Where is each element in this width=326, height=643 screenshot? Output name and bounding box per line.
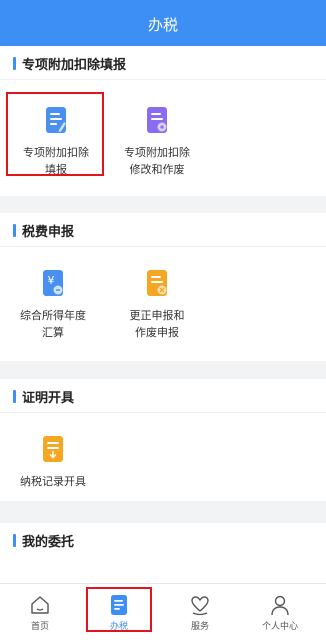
section-title: 我的委托 (22, 535, 75, 550)
section-accent-bar (13, 224, 16, 237)
tile-correct-void-filing[interactable]: 更正申报和 作废申报 (107, 269, 207, 349)
highlight-box-tab-tax (86, 587, 152, 632)
home-icon (31, 596, 49, 614)
tab-label: 个人中心 (261, 622, 298, 632)
tile-label: 更正申报和 作废申报 (129, 309, 185, 339)
tab-profile[interactable]: 个人中心 (240, 584, 320, 643)
tab-label: 服务 (190, 622, 209, 632)
person-icon (271, 595, 289, 616)
highlight-box-special-deduction-fill (6, 92, 104, 176)
section-header: 我的委托 (0, 523, 326, 557)
tile-special-deduction-modify[interactable]: 专项附加扣除 修改和作废 (107, 106, 207, 186)
section-tax-filing: 税费申报 ¥ 综合所得年度 汇算 更正申报和 作废申报 (0, 213, 326, 361)
section-header: 证明开具 (0, 379, 326, 413)
svg-text:¥: ¥ (48, 274, 55, 287)
section-header: 专项附加扣除填报 (0, 46, 326, 80)
heart-hand-icon (191, 596, 209, 616)
tab-label: 首页 (30, 622, 49, 632)
tile-label: 综合所得年度 汇算 (20, 309, 86, 339)
download-document-icon (43, 436, 63, 462)
bottom-tab-bar: 首页 办税 服务 个人中心 (0, 583, 326, 643)
tile-annual-settlement[interactable]: ¥ 综合所得年度 汇算 (3, 269, 103, 349)
yuan-document-icon: ¥ (43, 270, 63, 296)
tile-tax-record[interactable]: 纳税记录开具 (3, 435, 103, 495)
tile-label: 纳税记录开具 (20, 475, 86, 488)
section-accent-bar (13, 390, 16, 403)
section-delegation: 我的委托 (0, 523, 326, 583)
tab-home[interactable]: 首页 (0, 584, 80, 643)
document-settings-icon (147, 107, 167, 133)
tile-label: 专项附加扣除 修改和作废 (124, 146, 190, 176)
section-header: 税费申报 (0, 213, 326, 247)
document-cancel-icon (147, 270, 167, 296)
page-title: 办税 (147, 16, 178, 34)
section-certificate: 证明开具 纳税记录开具 (0, 379, 326, 501)
section-title: 税费申报 (22, 225, 75, 240)
section-title: 专项附加扣除填报 (22, 58, 127, 73)
section-accent-bar (13, 57, 16, 70)
app-header: 办税 (0, 0, 326, 46)
section-title: 证明开具 (22, 391, 75, 406)
section-accent-bar (13, 534, 16, 547)
tab-service[interactable]: 服务 (160, 584, 240, 643)
